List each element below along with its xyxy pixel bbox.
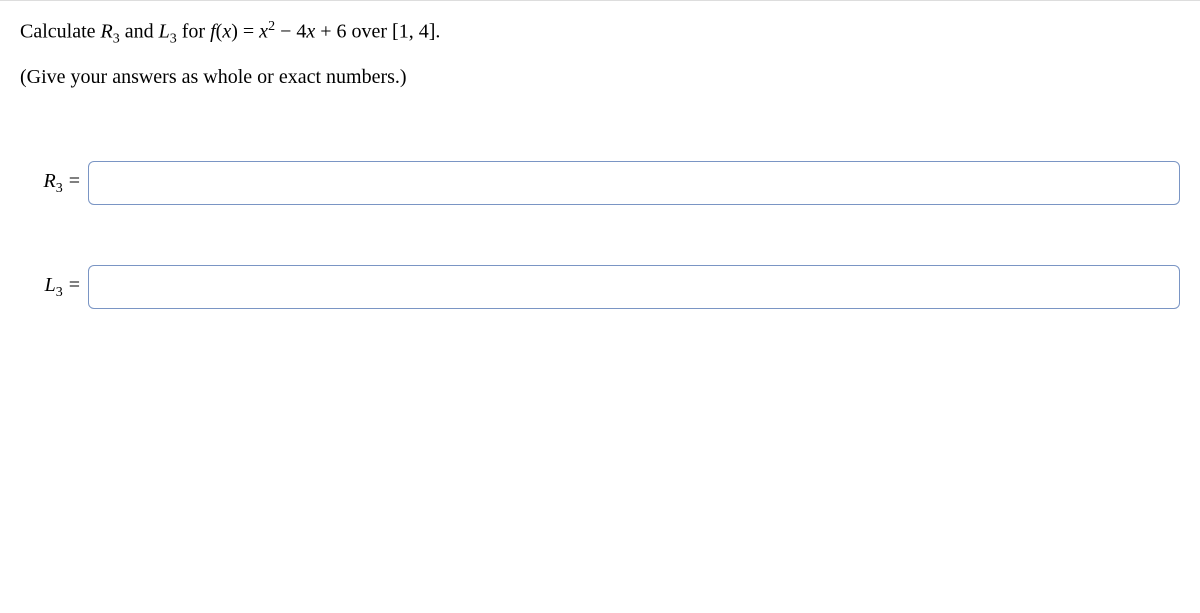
label-l3: L3 =: [20, 274, 80, 301]
var-x-1: x: [222, 21, 231, 43]
question-line-1: Calculate R3 and L3 for f(x) = x2 − 4x +…: [20, 17, 1180, 49]
text-and: and: [120, 21, 159, 43]
answer-row-l3: L3 =: [20, 265, 1180, 309]
var-x-2: x: [259, 21, 268, 43]
label-r3-eq: =: [69, 170, 80, 192]
label-r3: R3 =: [20, 170, 80, 197]
input-l3[interactable]: [88, 265, 1180, 309]
label-l3-var: L: [45, 274, 56, 296]
label-r3-var: R: [44, 170, 56, 192]
var-L-1: L: [159, 21, 170, 43]
input-r3[interactable]: [88, 161, 1180, 205]
paren-close-eq: ) =: [231, 21, 259, 43]
text-minus4: − 4: [275, 21, 306, 43]
sub-3-2: 3: [170, 32, 177, 47]
question-line-2: (Give your answers as whole or exact num…: [20, 63, 1180, 91]
question-container: Calculate R3 and L3 for f(x) = x2 − 4x +…: [0, 0, 1200, 385]
label-r3-sub: 3: [56, 181, 63, 196]
var-x-3: x: [306, 21, 315, 43]
var-R-1: R: [101, 21, 113, 43]
answer-row-r3: R3 =: [20, 161, 1180, 205]
text-for: for: [177, 21, 210, 43]
text-calculate: Calculate: [20, 21, 101, 43]
label-l3-eq: =: [69, 274, 80, 296]
sup-2: 2: [268, 19, 275, 34]
sub-3-1: 3: [113, 32, 120, 47]
text-plus6-over: + 6 over [1, 4].: [315, 21, 440, 43]
label-l3-sub: 3: [56, 285, 63, 300]
